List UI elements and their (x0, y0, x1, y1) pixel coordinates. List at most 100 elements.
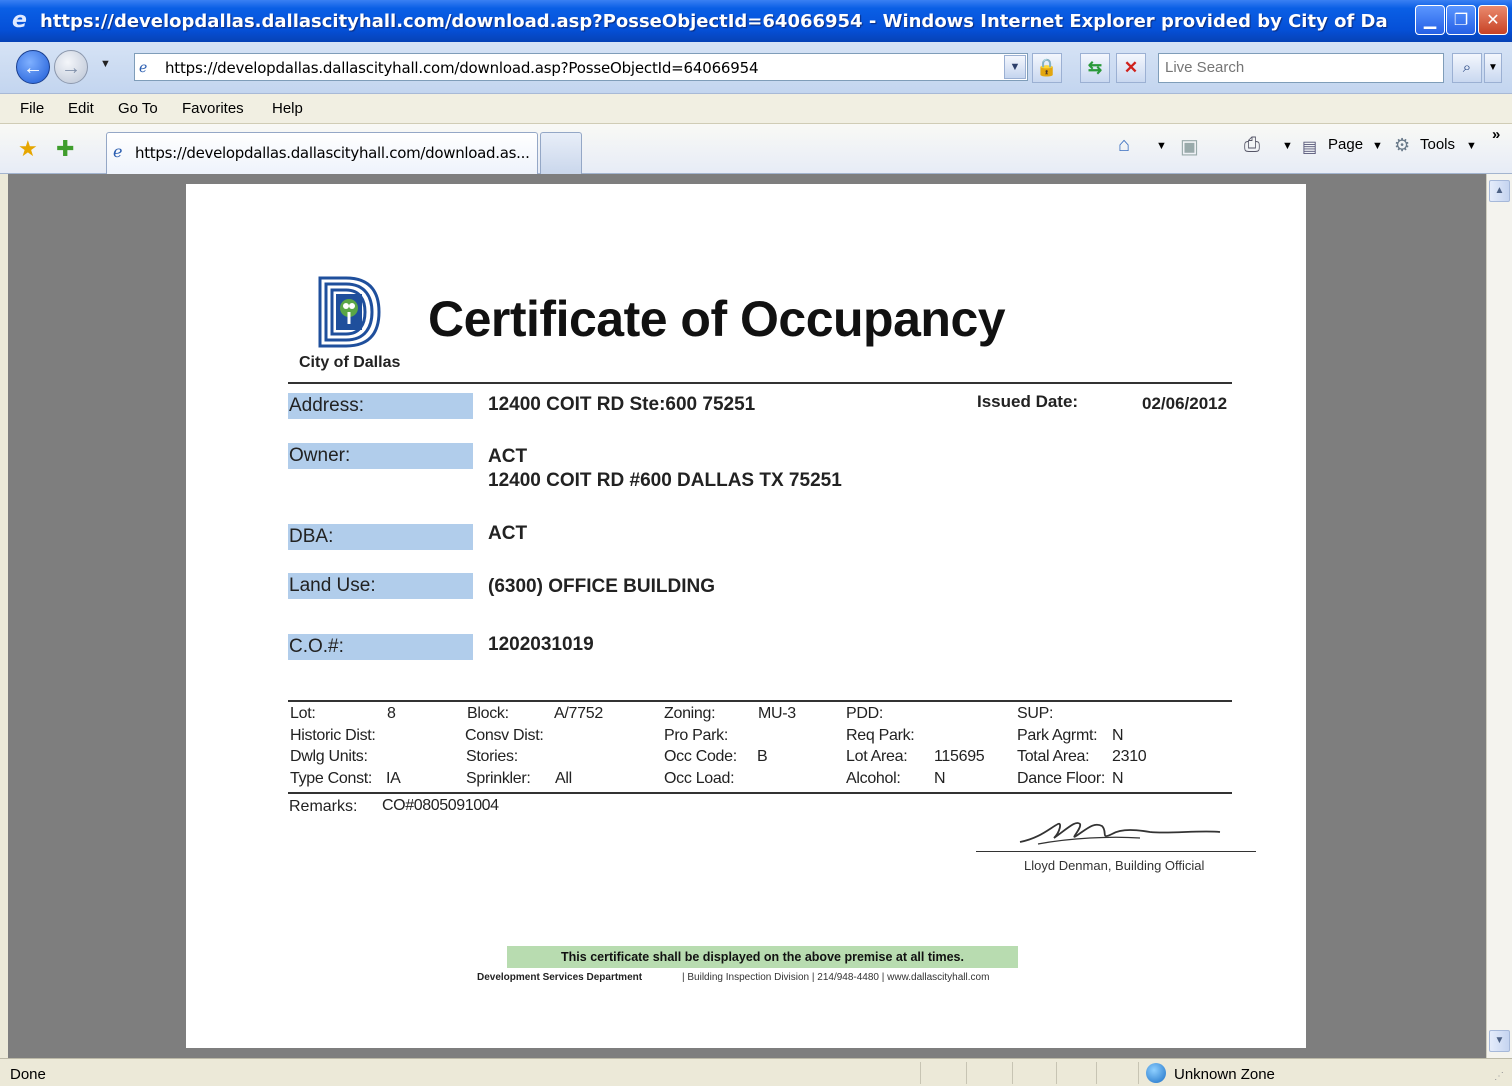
signature-image (1019, 822, 1221, 845)
add-favorites-icon[interactable]: ✚ (56, 136, 74, 162)
search-input[interactable] (1165, 59, 1435, 76)
sup-label: SUP: (1017, 705, 1054, 722)
zoning-value: MU-3 (758, 705, 796, 722)
home-icon[interactable]: ⌂ (1118, 134, 1130, 157)
security-zone[interactable]: Unknown Zone (1174, 1066, 1275, 1083)
vertical-scrollbar[interactable]: ▲ ▼ (1486, 174, 1512, 1058)
certificate-page: City of Dallas Certificate of Occupancy … (186, 184, 1306, 1048)
type-const-value: IA (386, 770, 401, 787)
tab-bar: ★ ✚ ℯ https://developdallas.dallascityha… (0, 124, 1512, 174)
search-field[interactable] (1158, 53, 1444, 83)
occ-code-value: B (757, 748, 768, 765)
recent-pages-dropdown[interactable]: ▼ (100, 58, 111, 70)
city-name: City of Dallas (299, 354, 401, 371)
security-lock-button[interactable]: 🔒 (1032, 53, 1062, 83)
alcohol-value: N (934, 770, 946, 787)
close-icon: ✕ (1486, 10, 1500, 29)
page-icon: ℯ (113, 144, 123, 161)
print-icon[interactable]: ⎙ (1244, 134, 1260, 157)
close-button[interactable]: ✕ (1478, 5, 1508, 35)
scroll-up-button[interactable]: ▲ (1489, 180, 1510, 202)
lock-icon: 🔒 (1036, 58, 1058, 77)
tools-gear-icon: ⚙ (1394, 135, 1411, 155)
page-title: Certificate of Occupancy (428, 291, 1006, 347)
address-value: 12400 COIT RD Ste:600 75251 (488, 394, 756, 415)
pro-park-label: Pro Park: (664, 727, 728, 744)
refresh-button[interactable]: ⇆ (1080, 53, 1110, 83)
minimize-icon: ▁ (1423, 10, 1437, 29)
divider (288, 700, 1232, 702)
search-options-dropdown[interactable]: ▼ (1484, 53, 1502, 83)
search-icon: ⌕ (1462, 59, 1472, 76)
occ-code-label: Occ Code: (664, 748, 737, 765)
address-input[interactable]: ℯ https://developdallas.dallascityhall.c… (134, 53, 1028, 81)
menu-help[interactable]: Help (272, 100, 303, 117)
menu-edit[interactable]: Edit (68, 100, 94, 117)
status-separator (1096, 1062, 1097, 1084)
status-bar: Done Unknown Zone ⋰ (0, 1058, 1512, 1086)
address-toolbar: ← → ▼ ℯ https://developdallas.dallascity… (0, 42, 1512, 94)
dwlg-units-label: Dwlg Units: (290, 748, 368, 765)
dba-value: ACT (488, 523, 528, 544)
lot-area-label: Lot Area: (846, 748, 908, 765)
sprinkler-value: All (555, 770, 572, 787)
sprinkler-label: Sprinkler: (466, 770, 531, 787)
address-dropdown-button[interactable]: ▼ (1004, 55, 1026, 79)
block-label: Block: (467, 705, 509, 722)
menu-favorites[interactable]: Favorites (182, 100, 244, 117)
maximize-button[interactable]: ❐ (1446, 5, 1476, 35)
home-dropdown[interactable]: ▼ (1156, 140, 1167, 152)
department-name: Development Services Department (477, 972, 643, 983)
scroll-down-button[interactable]: ▼ (1489, 1030, 1510, 1052)
tools-menu-button[interactable]: Tools (1420, 136, 1455, 153)
type-const-label: Type Const: (290, 770, 373, 787)
stop-icon: ✕ (1123, 58, 1139, 77)
lot-value: 8 (387, 705, 396, 722)
display-notice: This certificate shall be displayed on t… (507, 946, 1018, 968)
tab-active[interactable]: ℯ https://developdallas.dallascityhall.c… (106, 132, 538, 174)
menu-file[interactable]: File (20, 100, 44, 117)
historic-dist-label: Historic Dist: (290, 727, 376, 744)
resize-grip[interactable]: ⋰ (1494, 1071, 1504, 1082)
block-value: A/7752 (554, 705, 603, 722)
land-use-value: (6300) OFFICE BUILDING (488, 576, 715, 597)
page-menu-button[interactable]: Page (1328, 136, 1363, 153)
divider (288, 382, 1232, 384)
status-separator (1138, 1062, 1139, 1084)
stop-button[interactable]: ✕ (1116, 53, 1146, 83)
maximize-icon: ❐ (1453, 10, 1469, 29)
back-button[interactable]: ← (16, 50, 50, 84)
favorites-star-icon[interactable]: ★ (18, 136, 38, 162)
address-label: Address: (288, 393, 473, 419)
department-contact: | Building Inspection Division | 214/948… (682, 972, 990, 983)
new-tab-button[interactable] (540, 132, 582, 174)
co-number-value: 1202031019 (488, 634, 594, 655)
land-use-label: Land Use: (288, 573, 473, 599)
lot-area-value: 115695 (934, 748, 985, 765)
city-of-dallas-logo-icon (318, 276, 381, 348)
page-dropdown[interactable]: ▼ (1372, 140, 1383, 152)
print-dropdown[interactable]: ▼ (1282, 140, 1293, 152)
page-icon: ℯ (139, 59, 148, 75)
stories-label: Stories: (466, 748, 518, 765)
issued-date-value: 02/06/2012 (1142, 394, 1228, 413)
dance-floor-value: N (1112, 770, 1124, 787)
minimize-button[interactable]: ▁ (1415, 5, 1445, 35)
dba-label: DBA: (288, 524, 473, 550)
status-separator (1056, 1062, 1057, 1084)
forward-button[interactable]: → (54, 50, 88, 84)
search-button[interactable]: ⌕ (1452, 53, 1482, 83)
status-separator (966, 1062, 967, 1084)
occ-load-label: Occ Load: (664, 770, 735, 787)
owner-name: ACT (488, 446, 528, 467)
refresh-icon: ⇆ (1087, 58, 1103, 77)
menu-go-to[interactable]: Go To (118, 100, 158, 117)
window-left-edge (0, 174, 8, 1058)
more-commands-chevron[interactable]: » (1492, 126, 1500, 143)
status-separator (920, 1062, 921, 1084)
pdd-label: PDD: (846, 705, 884, 722)
owner-address: 12400 COIT RD #600 DALLAS TX 75251 (488, 470, 842, 491)
alcohol-label: Alcohol: (846, 770, 901, 787)
feeds-icon[interactable]: ▣ (1180, 134, 1199, 159)
tools-dropdown[interactable]: ▼ (1466, 140, 1477, 152)
